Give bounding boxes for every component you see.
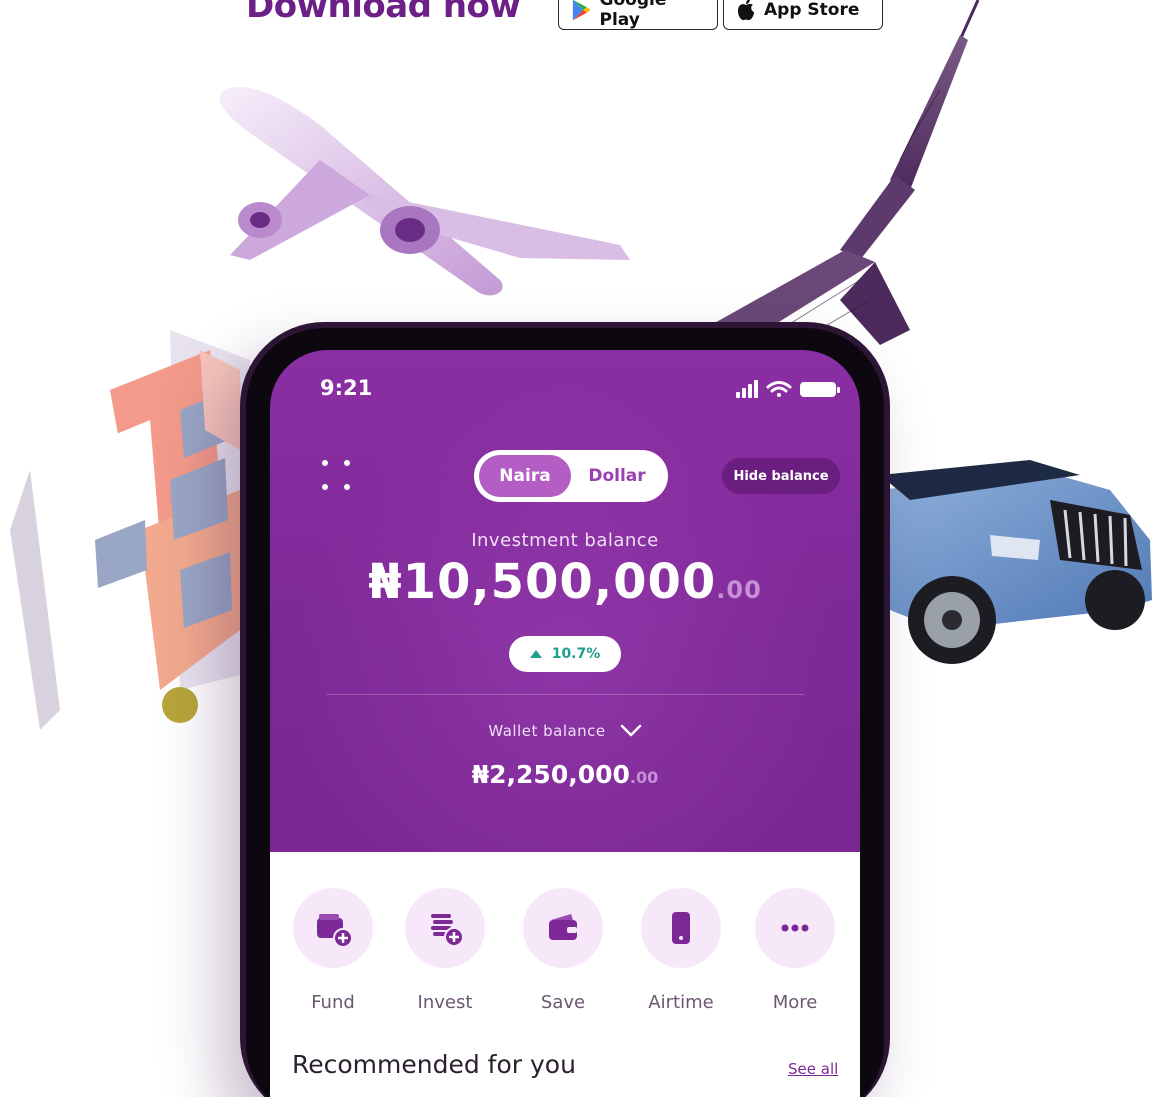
airtime-label: Airtime [648,992,714,1013]
naira-tab[interactable]: Naira [479,455,571,497]
screen-glow [270,350,860,870]
airplane-illustration [219,86,630,296]
status-time: 9:21 [320,376,373,400]
hide-balance-button[interactable]: Hide balance [722,458,840,494]
currency-toggle: Naira Dollar [474,450,668,502]
wallet-balance-toggle[interactable]: Wallet balance [270,722,860,740]
arrow-up-icon [529,650,542,658]
investment-amount-cents: .00 [716,576,762,604]
save-label: Save [540,992,586,1013]
save-action[interactable]: Save [518,888,608,1013]
invest-label: Invest [417,992,473,1013]
signal-icon [736,380,758,398]
chevron-down-icon [620,724,641,737]
fund-wallet-icon [317,914,353,948]
recommended-heading: Recommended for you [292,1050,576,1079]
phone-mockup: 9:21 Naira Dollar Hide balance Investmen… [240,322,890,1097]
wifi-icon [766,381,792,397]
wallet-amount-main: ₦2,250,000 [471,760,630,789]
fund-action[interactable]: Fund [288,888,378,1013]
invest-coins-icon [431,914,464,947]
wallet-balance-label: Wallet balance [488,722,606,740]
investment-amount-main: ₦10,500,000 [368,554,717,610]
dollar-tab[interactable]: Dollar [571,466,663,486]
wallet-amount-cents: .00 [629,768,659,787]
fund-label: Fund [311,992,355,1013]
invest-action[interactable]: Invest [400,888,490,1013]
more-dots-icon [781,924,809,932]
investment-balance-amount: ₦10,500,000.00 [270,554,860,610]
eiffel-tower-illustration [670,0,980,345]
quick-actions-panel: Fund Invest Save Airtime More Recommende… [270,852,860,1097]
save-action-circle [523,888,603,968]
more-action[interactable]: More [750,888,840,1013]
house-illustration [10,330,260,730]
divider [326,694,804,695]
wallet-balance-amount: ₦2,250,000.00 [270,760,860,789]
suv-car-illustration [880,460,1152,664]
menu-grid-icon[interactable] [318,456,358,496]
investment-balance-label: Investment balance [471,530,659,551]
app-screen: 9:21 Naira Dollar Hide balance Investmen… [270,350,860,1097]
more-action-circle [755,888,835,968]
see-all-link[interactable]: See all [788,1060,838,1078]
fund-action-circle [293,888,373,968]
airtime-action[interactable]: Airtime [636,888,726,1013]
more-label: More [772,992,818,1013]
invest-action-circle [405,888,485,968]
status-icons [736,380,840,398]
battery-icon [800,382,840,397]
google-play-icon [572,0,591,21]
airtime-action-circle [641,888,721,968]
growth-badge: 10.7% [509,636,621,672]
growth-percent: 10.7% [551,646,601,662]
save-wallet-icon [549,914,577,940]
phone-icon [672,912,690,944]
download-now-heading: Download now [246,0,521,26]
